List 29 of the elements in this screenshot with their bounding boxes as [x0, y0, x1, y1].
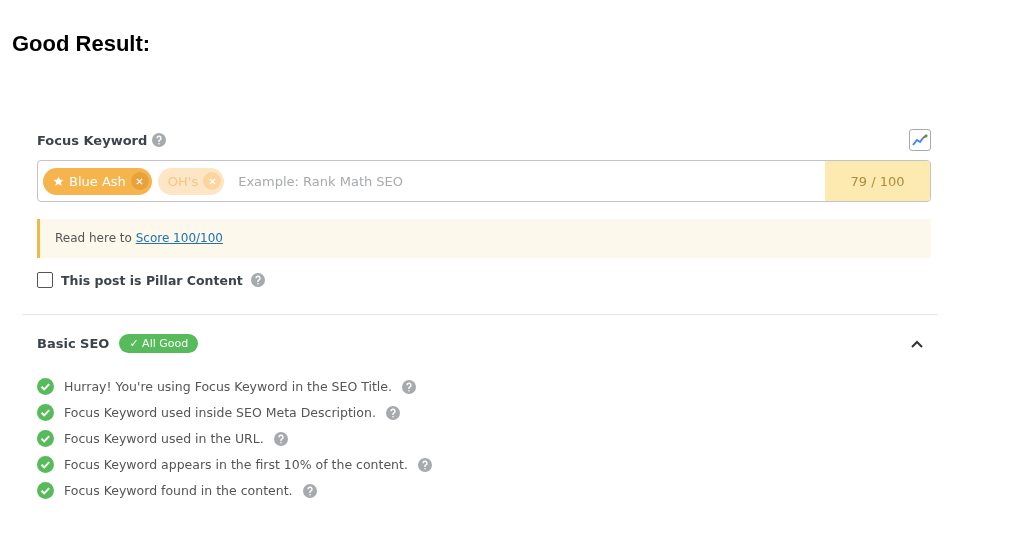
section-title: Basic SEO — [37, 336, 110, 351]
test-result: Focus Keyword used inside SEO Meta Description. — [64, 405, 376, 420]
notice-text: Read here to Score 100/100 — [37, 219, 931, 258]
test-result: Focus Keyword appears in the first 10% of the content. — [64, 457, 408, 472]
help-icon[interactable] — [417, 457, 432, 472]
score-value: 79 / 100 — [825, 161, 930, 201]
checkbox-label: This post is Pillar Content — [61, 272, 243, 288]
checkbox[interactable] — [37, 272, 53, 288]
help-icon[interactable] — [152, 133, 167, 147]
test-result: Focus Keyword used in the URL. — [64, 431, 264, 446]
help-icon[interactable] — [401, 379, 416, 394]
remove-icon[interactable] — [136, 177, 144, 185]
score-link[interactable]: Score 100/100 — [135, 231, 223, 245]
star-icon — [53, 175, 64, 187]
chevron-icon[interactable] — [910, 338, 924, 349]
keyword-tag[interactable]: Blue Ash — [43, 167, 152, 195]
page-heading: Good Result: — [11, 30, 152, 58]
test-result: Focus Keyword found in the content. — [64, 483, 293, 498]
keyword-field[interactable]: Blue Ash OH's Example: Rank Math SEO 79 / 100 — [37, 160, 931, 202]
test-result: Hurray! You're using Focus Keyword in the SEO Title. — [64, 379, 392, 394]
help-icon[interactable] — [302, 483, 317, 498]
status-badge: ✓ All Good — [119, 334, 199, 353]
help-icon[interactable] — [250, 273, 265, 287]
field-label: Focus Keyword — [37, 132, 148, 148]
help-icon[interactable] — [273, 431, 288, 446]
help-icon[interactable] — [385, 405, 400, 420]
remove-icon[interactable] — [208, 177, 216, 185]
trend-chart-icon — [912, 134, 928, 146]
trends-button[interactable] — [909, 129, 931, 151]
